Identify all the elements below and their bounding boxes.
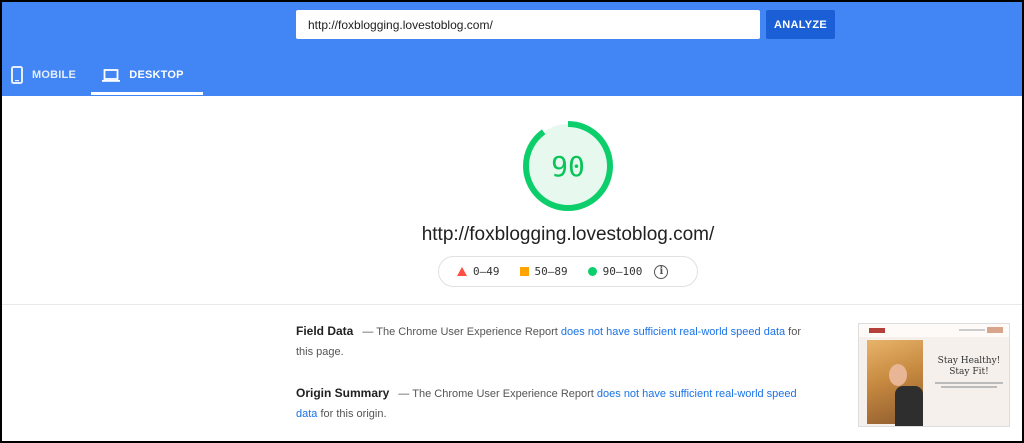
tab-mobile-label: MOBILE: [32, 69, 76, 81]
origin-summary-suffix: for this origin.: [317, 408, 387, 420]
info-icon[interactable]: i: [654, 264, 669, 279]
tab-desktop-label: DESKTOP: [129, 69, 184, 81]
thumbnail-logo: [869, 328, 885, 333]
square-icon: [519, 267, 529, 276]
score-legend: 0–49 50–89 90–100 i: [438, 256, 698, 287]
origin-summary-title: Origin Summary: [296, 386, 390, 400]
origin-summary-section: Origin Summary — The Chrome User Experie…: [296, 383, 804, 424]
thumbnail-person-body: [895, 386, 923, 426]
legend-range-poor: 0–49: [473, 265, 500, 278]
analyze-button[interactable]: ANALYZE: [766, 10, 835, 39]
url-input[interactable]: [296, 10, 760, 39]
field-data-title: Field Data: [296, 324, 354, 338]
thumbnail-hero-photo: [867, 340, 923, 426]
active-tab-indicator: [91, 92, 203, 95]
laptop-icon: [102, 68, 121, 82]
legend-item-average: 50–89: [519, 265, 568, 278]
thumbnail-nav-button: [987, 327, 1003, 333]
page-screenshot-thumbnail: Stay Healthy! Stay Fit!: [858, 323, 1010, 427]
legend-range-average: 50–89: [534, 265, 568, 278]
thumbnail-person-face: [889, 364, 907, 386]
tab-desktop[interactable]: DESKTOP: [91, 54, 203, 96]
thumbnail-navbar: [859, 324, 1009, 337]
thumbnail-text-line: [941, 386, 997, 388]
field-data-prefix: — The Chrome User Experience Report: [359, 326, 561, 338]
circle-icon: [587, 267, 597, 276]
legend-range-good: 90–100: [602, 265, 643, 278]
performance-score: 90: [551, 149, 585, 183]
thumbnail-nav-links: [959, 329, 985, 331]
thumbnail-text-line: [935, 382, 1003, 384]
thumbnail-heading-line1: Stay Healthy!: [937, 356, 1001, 366]
legend-item-poor: 0–49: [457, 265, 500, 278]
divider: [2, 304, 1022, 305]
triangle-icon: [457, 267, 467, 276]
tested-url: http://foxblogging.lovestoblog.com/: [421, 224, 715, 245]
thumbnail-heading-line2: Stay Fit!: [949, 367, 989, 377]
field-data-section: Field Data — The Chrome User Experience …: [296, 321, 804, 362]
origin-summary-prefix: — The Chrome User Experience Report: [395, 388, 597, 400]
legend-item-good: 90–100: [587, 265, 643, 278]
header-bar: ANALYZE MOBILE DESKTOP: [2, 2, 1022, 96]
phone-icon: [11, 66, 23, 84]
field-data-link[interactable]: does not have sufficient real-world spee…: [561, 326, 785, 338]
page-frame: ANALYZE MOBILE DESKTOP 90 http://foxblog…: [2, 2, 1022, 441]
thumbnail-heading: Stay Healthy! Stay Fit!: [927, 356, 1009, 378]
tab-mobile[interactable]: MOBILE: [11, 54, 76, 96]
